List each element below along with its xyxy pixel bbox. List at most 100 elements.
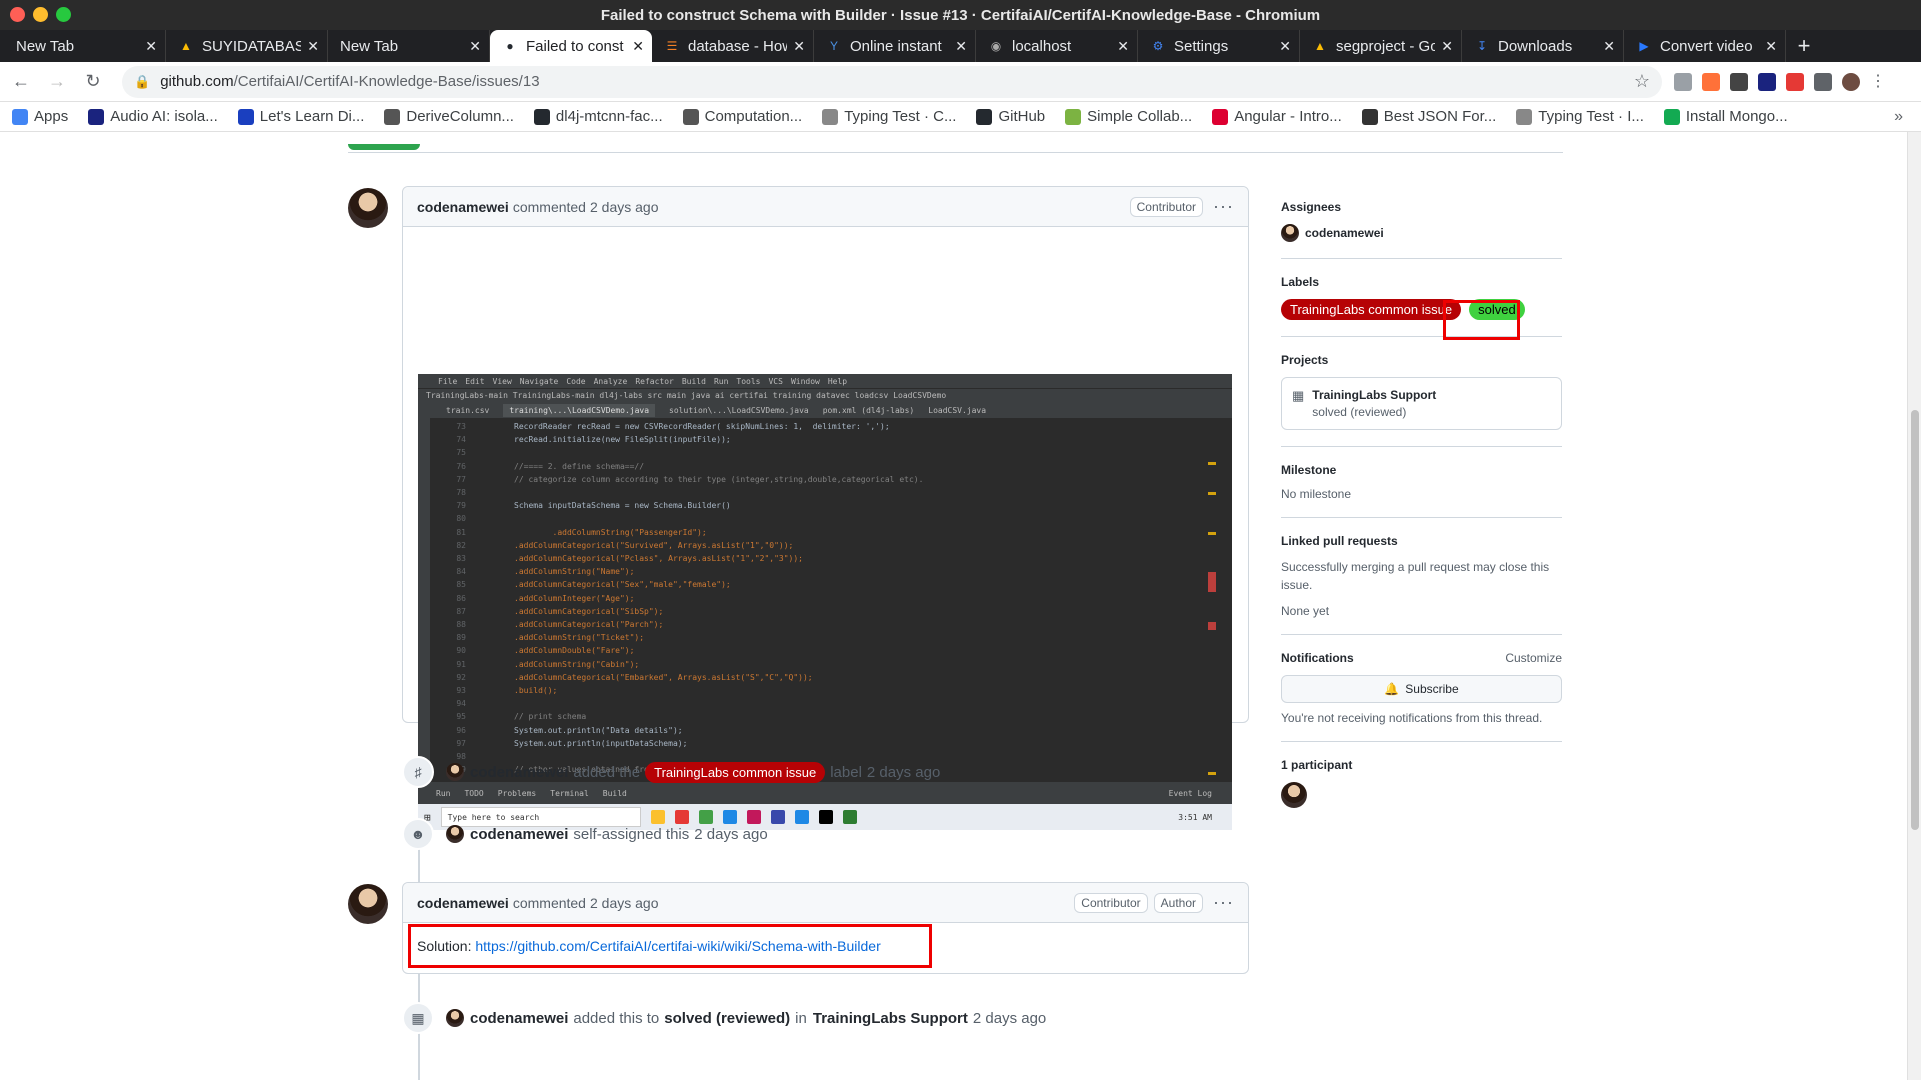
bookmark-item[interactable]: Typing Test · I... xyxy=(1516,108,1644,125)
comment-author[interactable]: codenamewei xyxy=(417,895,509,911)
maximize-window-button[interactable] xyxy=(56,7,71,22)
close-tab-icon[interactable]: ✕ xyxy=(632,38,644,55)
menu-kebab-icon[interactable]: ⋮ xyxy=(1870,73,1886,91)
close-tab-icon[interactable]: ✕ xyxy=(1603,38,1615,55)
new-tab-button[interactable]: + xyxy=(1786,30,1822,62)
close-tab-icon[interactable]: ✕ xyxy=(1117,38,1129,55)
close-tab-icon[interactable]: ✕ xyxy=(145,38,157,55)
close-tab-icon[interactable]: ✕ xyxy=(469,38,481,55)
avatar[interactable] xyxy=(446,763,464,781)
comment-time[interactable]: 2 days ago xyxy=(590,199,659,215)
project-card[interactable]: ▦ TrainingLabs Support solved (reviewed) xyxy=(1281,377,1562,430)
bookmark-item[interactable]: Let's Learn Di... xyxy=(237,108,364,125)
project-link[interactable]: TrainingLabs Support xyxy=(813,1010,968,1027)
browser-tab[interactable]: Y Online instant ✕ xyxy=(814,30,976,62)
browser-tab[interactable]: ● Failed to const ✕ xyxy=(490,30,652,62)
more-options-icon[interactable]: ··· xyxy=(1213,196,1234,217)
bookmark-item[interactable]: Best JSON For... xyxy=(1361,108,1496,125)
browser-tab[interactable]: ▲ SUYIDATABASE ✕ xyxy=(166,30,328,62)
ide-file-tab: LoadCSV.java xyxy=(928,405,987,415)
close-tab-icon[interactable]: ✕ xyxy=(1279,38,1291,55)
assignee-item[interactable]: codenamewei xyxy=(1281,224,1562,242)
browser-tab[interactable]: ◉ localhost ✕ xyxy=(976,30,1138,62)
event-time[interactable]: 2 days ago xyxy=(973,1010,1046,1027)
labels-title[interactable]: Labels xyxy=(1281,275,1562,289)
minimize-window-button[interactable] xyxy=(33,7,48,22)
close-window-button[interactable] xyxy=(10,7,25,22)
browser-tab[interactable]: ☰ database - How ✕ xyxy=(652,30,814,62)
close-tab-icon[interactable]: ✕ xyxy=(955,38,967,55)
bookmark-item[interactable]: Apps xyxy=(12,108,68,125)
extension-icon[interactable] xyxy=(1730,72,1748,91)
extension-icon[interactable] xyxy=(1758,72,1776,91)
avatar[interactable] xyxy=(348,188,388,228)
close-tab-icon[interactable]: ✕ xyxy=(793,38,805,55)
puzzle-icon[interactable] xyxy=(1814,72,1832,91)
bookmark-item[interactable]: dl4j-mtcnn-fac... xyxy=(533,108,663,125)
browser-tab[interactable]: ↧ Downloads ✕ xyxy=(1462,30,1624,62)
star-icon[interactable]: ☆ xyxy=(1634,71,1650,92)
browser-tab[interactable]: ▶ Convert video ✕ xyxy=(1624,30,1786,62)
ide-menu-item: Run xyxy=(713,376,729,386)
bookmark-item[interactable]: Typing Test · C... xyxy=(822,108,956,125)
close-tab-icon[interactable]: ✕ xyxy=(1441,38,1453,55)
timeline-assign-event: ☻ codenamewei self-assigned this 2 days … xyxy=(402,818,768,850)
bookmarks-bar: Apps Audio AI: isola... Let's Learn Di... D… xyxy=(0,102,1921,132)
comment-author[interactable]: codenamewei xyxy=(417,199,509,215)
profile-avatar[interactable] xyxy=(1842,72,1860,91)
subscribe-button[interactable]: 🔔 Subscribe xyxy=(1281,675,1562,703)
ide-menu-bar: File Edit View Navigate Code Analyze Refactor B… xyxy=(418,374,1232,388)
project-icon: ▦ xyxy=(1292,388,1305,403)
milestone-title[interactable]: Milestone xyxy=(1281,463,1562,477)
browser-tab[interactable]: ⚙ Settings ✕ xyxy=(1138,30,1300,62)
bookmark-item[interactable]: Install Mongo... xyxy=(1663,108,1788,125)
bookmark-item[interactable]: Angular - Intro... xyxy=(1212,108,1342,125)
bookmark-item[interactable]: GitHub xyxy=(976,108,1045,125)
bookmark-label: GitHub xyxy=(998,108,1046,125)
browser-tab[interactable]: New Tab ✕ xyxy=(4,30,166,62)
participants-section: 1 participant xyxy=(1281,742,1562,824)
bookmark-item[interactable]: Audio AI: isola... xyxy=(88,108,218,125)
event-actor[interactable]: codenamewei xyxy=(470,1010,568,1027)
comment-header: codenamewei commented 2 days ago Contrib… xyxy=(403,187,1248,227)
extension-icon[interactable] xyxy=(1674,72,1692,91)
avatar[interactable] xyxy=(1281,782,1307,808)
contributor-badge: Contributor xyxy=(1129,196,1204,217)
event-time[interactable]: 2 days ago xyxy=(694,826,767,843)
page-scrollbar[interactable] xyxy=(1907,132,1921,1080)
forward-arrow-icon[interactable]: → xyxy=(42,67,72,97)
event-actor[interactable]: codenamewei xyxy=(470,764,568,781)
close-tab-icon[interactable]: ✕ xyxy=(1765,38,1777,55)
close-tab-icon[interactable]: ✕ xyxy=(307,38,319,55)
comment-time[interactable]: 2 days ago xyxy=(590,895,659,911)
ide-code-line: Schema inputDataSchema = new Schema.Buil… xyxy=(514,501,731,511)
label-pill[interactable]: TrainingLabs common issue xyxy=(1281,299,1462,320)
ide-side-panel xyxy=(418,418,430,782)
extension-icon[interactable] xyxy=(1786,72,1804,91)
label-pill[interactable]: TrainingLabs common issue xyxy=(645,761,826,783)
browser-tab[interactable]: New Tab ✕ xyxy=(328,30,490,62)
customize-link[interactable]: Customize xyxy=(1505,651,1562,665)
more-bookmarks-icon[interactable]: » xyxy=(1894,108,1903,126)
bookmark-item[interactable]: Simple Collab... xyxy=(1065,108,1192,125)
avatar[interactable] xyxy=(446,1009,464,1027)
browser-tab[interactable]: ▲ segproject - Go ✕ xyxy=(1300,30,1462,62)
event-time[interactable]: 2 days ago xyxy=(867,764,940,781)
more-options-icon[interactable]: ··· xyxy=(1213,892,1234,913)
address-bar[interactable]: 🔒 github.com/CertifaiAI/CertifAI-Knowled… xyxy=(122,65,1662,98)
assignees-title[interactable]: Assignees xyxy=(1281,200,1562,214)
avatar[interactable] xyxy=(348,884,388,924)
bookmark-item[interactable]: DeriveColumn... xyxy=(384,108,514,125)
browser-toolbar: ← → ↻ 🔒 github.com/CertifaiAI/CertifAI-K… xyxy=(0,62,1921,102)
back-arrow-icon[interactable]: ← xyxy=(6,67,36,97)
avatar[interactable] xyxy=(446,825,464,843)
extension-icon[interactable] xyxy=(1702,72,1720,91)
scrollbar-thumb[interactable] xyxy=(1911,410,1919,830)
ide-menu-item: Navigate xyxy=(519,376,559,386)
event-actor[interactable]: codenamewei xyxy=(470,826,568,843)
projects-title[interactable]: Projects xyxy=(1281,353,1562,367)
bookmark-item[interactable]: Computation... xyxy=(682,108,802,125)
tab-label: Downloads xyxy=(1498,37,1573,55)
reload-icon[interactable]: ↻ xyxy=(78,67,108,97)
ide-menu-item: View xyxy=(492,376,512,386)
